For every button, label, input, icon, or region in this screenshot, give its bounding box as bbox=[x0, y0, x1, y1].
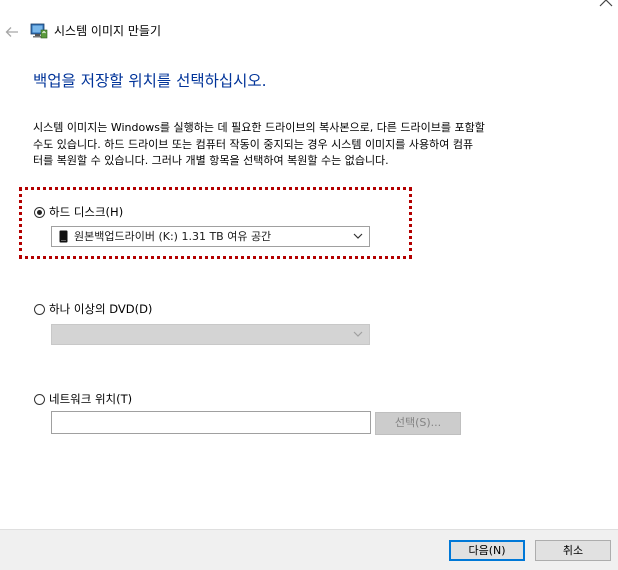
network-label[interactable]: 네트워크 위치(T) bbox=[49, 392, 132, 406]
dvd-radio[interactable] bbox=[34, 304, 45, 315]
select-network-button[interactable]: 선택(S)... bbox=[375, 412, 461, 435]
network-radio[interactable] bbox=[34, 394, 45, 405]
description: 시스템 이미지는 Windows를 실행하는 데 필요한 드라이브의 복사본으로… bbox=[33, 120, 573, 170]
dvd-label[interactable]: 하나 이상의 DVD(D) bbox=[49, 302, 152, 316]
selection-highlight bbox=[19, 187, 412, 259]
footer-bar bbox=[0, 529, 618, 570]
hard-disk-label[interactable]: 하드 디스크(H) bbox=[49, 205, 123, 219]
chevron-down-icon bbox=[353, 233, 363, 239]
description-line: 수도 있습니다. 하드 드라이브 또는 컴퓨터 작동이 중지되는 경우 시스템 … bbox=[33, 137, 474, 151]
next-button[interactable]: 다음(N) bbox=[449, 540, 525, 561]
description-line: 터를 복원할 수 있습니다. 그러나 개별 항목을 선택하여 복원할 수는 없습… bbox=[33, 154, 389, 167]
network-location-input[interactable] bbox=[51, 411, 371, 434]
backup-computer-icon bbox=[30, 23, 48, 39]
hard-disk-dropdown-value: 원본백업드라이버 (K:) 1.31 TB 여유 공간 bbox=[74, 230, 272, 243]
page-heading: 백업을 저장할 위치를 선택하십시오. bbox=[33, 72, 267, 90]
description-line: 시스템 이미지는 Windows를 실행하는 데 필요한 드라이브의 복사본으로… bbox=[33, 121, 485, 134]
hard-drive-icon bbox=[59, 230, 68, 243]
close-icon[interactable] bbox=[596, 0, 616, 10]
chevron-down-icon bbox=[353, 331, 363, 337]
cancel-button[interactable]: 취소 bbox=[535, 540, 611, 561]
hard-disk-radio[interactable] bbox=[34, 207, 45, 218]
hard-disk-dropdown[interactable]: 원본백업드라이버 (K:) 1.31 TB 여유 공간 bbox=[51, 226, 370, 247]
window-title: 시스템 이미지 만들기 bbox=[54, 24, 161, 38]
dvd-dropdown bbox=[51, 324, 370, 345]
back-arrow-icon[interactable] bbox=[4, 24, 20, 40]
